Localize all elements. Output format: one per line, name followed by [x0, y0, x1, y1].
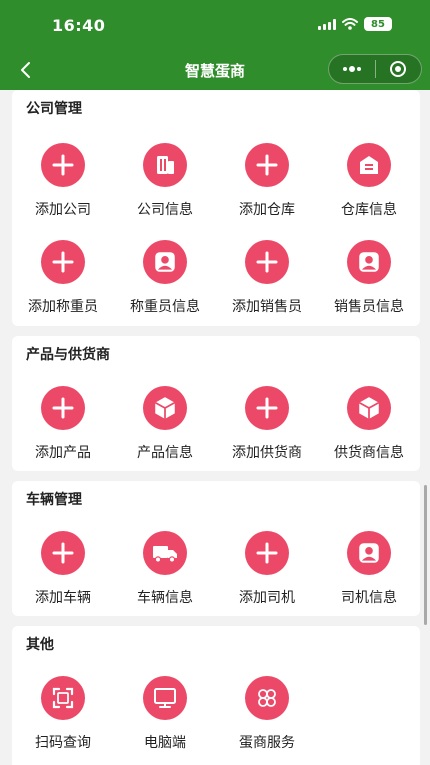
- warehouse-icon: [347, 143, 391, 187]
- add-driver-button[interactable]: 添加司机: [216, 531, 318, 621]
- plus-icon: [245, 386, 289, 430]
- item-label: 电脑端: [144, 735, 186, 751]
- section-company: 公司管理 添加公司 公司信息 添加仓库 仓库信息 添加称重员 称重员信息 添加销…: [12, 90, 420, 326]
- box-icon: [143, 386, 187, 430]
- company-info-button[interactable]: 公司信息: [114, 143, 216, 233]
- user-icon: [347, 531, 391, 575]
- warehouse-info-button[interactable]: 仓库信息: [318, 143, 420, 233]
- scan-icon: [41, 676, 85, 720]
- item-label: 添加产品: [35, 445, 91, 461]
- plus-icon: [41, 386, 85, 430]
- product-info-button[interactable]: 产品信息: [114, 386, 216, 476]
- scan-query-button[interactable]: 扫码查询: [12, 676, 114, 765]
- add-product-button[interactable]: 添加产品: [12, 386, 114, 476]
- building-icon: [143, 143, 187, 187]
- user-icon: [347, 240, 391, 284]
- scrollbar-thumb[interactable]: [424, 485, 427, 625]
- item-label: 仓库信息: [341, 202, 397, 218]
- item-label: 司机信息: [341, 590, 397, 606]
- plus-icon: [41, 143, 85, 187]
- item-label: 车辆信息: [137, 590, 193, 606]
- plus-icon: [41, 531, 85, 575]
- item-label: 添加司机: [239, 590, 295, 606]
- item-label: 添加称重员: [28, 299, 98, 315]
- section-title: 产品与供货商: [26, 347, 110, 363]
- truck-icon: [143, 531, 187, 575]
- signal-icon: [318, 18, 336, 30]
- vehicle-info-button[interactable]: 车辆信息: [114, 531, 216, 621]
- monitor-icon: [143, 676, 187, 720]
- section-title: 公司管理: [26, 101, 82, 117]
- box-icon: [347, 386, 391, 430]
- target-circle-icon: [390, 61, 407, 77]
- nav-bar: 智慧蛋商: [0, 50, 430, 90]
- more-dots-icon: [342, 66, 361, 72]
- driver-info-button[interactable]: 司机信息: [318, 531, 420, 621]
- wifi-icon: [342, 18, 358, 30]
- main-content[interactable]: 公司管理 添加公司 公司信息 添加仓库 仓库信息 添加称重员 称重员信息 添加销…: [0, 90, 430, 765]
- status-bar: 16:40 85: [0, 0, 430, 50]
- section-other: 其他 扫码查询 电脑端 蛋商服务: [12, 626, 420, 765]
- add-salesperson-button[interactable]: 添加销售员: [216, 240, 318, 330]
- clover-icon: [245, 676, 289, 720]
- item-label: 供货商信息: [334, 445, 404, 461]
- item-label: 销售员信息: [334, 299, 404, 315]
- item-label: 添加公司: [35, 202, 91, 218]
- close-miniapp-button[interactable]: [376, 55, 422, 83]
- desktop-version-button[interactable]: 电脑端: [114, 676, 216, 765]
- add-vehicle-button[interactable]: 添加车辆: [12, 531, 114, 621]
- weigher-info-button[interactable]: 称重员信息: [114, 240, 216, 330]
- section-title: 其他: [26, 637, 54, 653]
- battery-icon: 85: [364, 17, 392, 31]
- status-indicators: 85: [318, 17, 392, 31]
- plus-icon: [245, 240, 289, 284]
- item-label: 公司信息: [137, 202, 193, 218]
- section-title: 车辆管理: [26, 492, 82, 508]
- item-label: 添加销售员: [232, 299, 302, 315]
- item-label: 添加供货商: [232, 445, 302, 461]
- status-time: 16:40: [52, 16, 106, 35]
- egg-merchant-service-button[interactable]: 蛋商服务: [216, 676, 318, 765]
- add-weigher-button[interactable]: 添加称重员: [12, 240, 114, 330]
- add-supplier-button[interactable]: 添加供货商: [216, 386, 318, 476]
- item-label: 扫码查询: [35, 735, 91, 751]
- add-warehouse-button[interactable]: 添加仓库: [216, 143, 318, 233]
- item-label: 添加车辆: [35, 590, 91, 606]
- item-label: 产品信息: [137, 445, 193, 461]
- plus-icon: [245, 531, 289, 575]
- more-button[interactable]: [329, 55, 375, 83]
- section-products-suppliers: 产品与供货商 添加产品 产品信息 添加供货商 供货商信息: [12, 336, 420, 471]
- miniapp-capsule: [328, 54, 422, 84]
- item-label: 添加仓库: [239, 202, 295, 218]
- plus-icon: [41, 240, 85, 284]
- section-vehicles: 车辆管理 添加车辆 车辆信息 添加司机 司机信息: [12, 481, 420, 616]
- salesperson-info-button[interactable]: 销售员信息: [318, 240, 420, 330]
- item-label: 蛋商服务: [239, 735, 295, 751]
- add-company-button[interactable]: 添加公司: [12, 143, 114, 233]
- supplier-info-button[interactable]: 供货商信息: [318, 386, 420, 476]
- plus-icon: [245, 143, 289, 187]
- user-icon: [143, 240, 187, 284]
- item-label: 称重员信息: [130, 299, 200, 315]
